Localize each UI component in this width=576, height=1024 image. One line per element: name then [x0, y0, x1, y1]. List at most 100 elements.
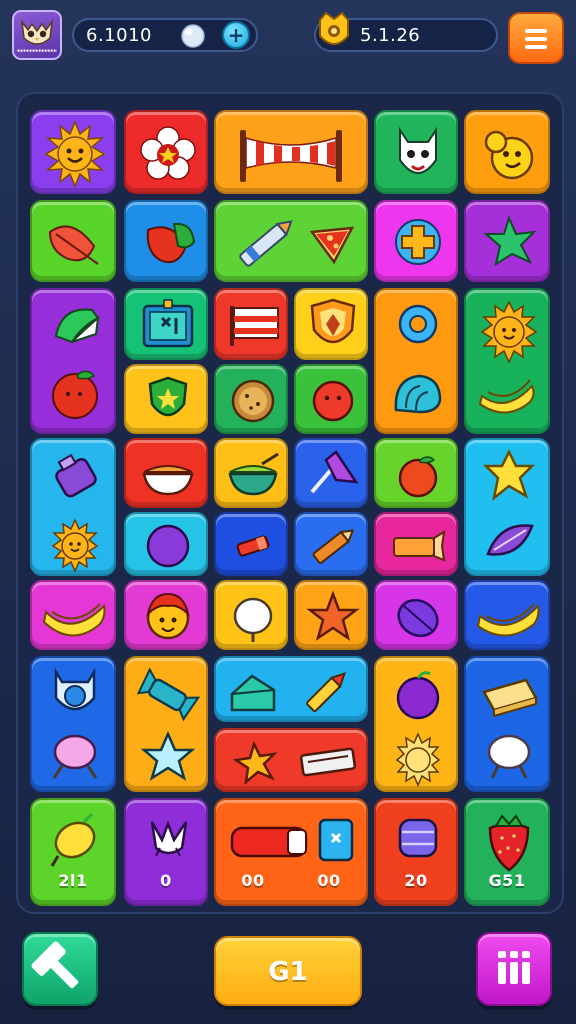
grid-menu-button[interactable]: [476, 932, 552, 1006]
number-tile[interactable]: G51: [464, 798, 550, 906]
crayon-icon: [239, 220, 355, 267]
hammer-icon: [31, 941, 79, 989]
tile[interactable]: [124, 580, 208, 650]
banner-icon: [240, 130, 342, 182]
tile[interactable]: [374, 656, 458, 792]
number-tile[interactable]: 0: [124, 798, 208, 906]
bug-icon: [232, 740, 357, 786]
cross-icon: [395, 219, 441, 265]
number-tile[interactable]: 00 00: [214, 798, 368, 906]
coin-value: 6.1010: [86, 25, 152, 46]
hammer-button[interactable]: [22, 932, 98, 1006]
apple-icon: [52, 370, 98, 419]
banana-icon: [476, 603, 540, 637]
shield-icon: [310, 298, 356, 344]
candy-icon: [236, 535, 270, 557]
tile[interactable]: [30, 656, 116, 792]
tile[interactable]: [464, 656, 550, 792]
menu-button[interactable]: [508, 12, 564, 64]
gem-icon: [398, 818, 438, 858]
lollipop-icon: [52, 734, 98, 779]
lemon-icon: [50, 812, 96, 867]
tile-score: 2l1: [58, 871, 88, 890]
star-value: 5.1.26: [360, 25, 421, 46]
tile[interactable]: [374, 200, 458, 282]
menu-bar-icon: [525, 29, 547, 33]
tile[interactable]: [124, 438, 208, 508]
tile[interactable]: [124, 200, 208, 282]
tile[interactable]: [294, 512, 368, 576]
apple-icon: [398, 456, 438, 498]
tile[interactable]: [214, 110, 368, 194]
tile[interactable]: [214, 580, 288, 650]
tile[interactable]: [374, 580, 458, 650]
tile[interactable]: [214, 364, 288, 434]
tile[interactable]: [374, 438, 458, 508]
tile[interactable]: [464, 288, 550, 434]
star-icon: [140, 730, 196, 781]
shell-icon: [394, 374, 442, 414]
tile[interactable]: [294, 288, 368, 360]
mask-icon: [399, 126, 437, 174]
tile[interactable]: [124, 512, 208, 576]
tile[interactable]: [30, 438, 116, 576]
lollipop-icon: [487, 734, 531, 779]
tile[interactable]: [464, 580, 550, 650]
starleaf-icon: [483, 215, 537, 267]
tile[interactable]: [124, 110, 208, 194]
sun-icon: [44, 120, 106, 188]
plum-icon: [397, 598, 439, 638]
tile[interactable]: [214, 728, 368, 792]
plum-icon: [146, 524, 190, 568]
tile[interactable]: [214, 288, 288, 360]
candy-icon: [136, 667, 201, 781]
number-tile[interactable]: 2l1: [30, 798, 116, 906]
tile[interactable]: [294, 580, 368, 650]
ring-icon: [52, 667, 98, 779]
tile[interactable]: [30, 110, 116, 194]
tile[interactable]: [464, 200, 550, 282]
tile[interactable]: [374, 288, 458, 434]
tile[interactable]: [464, 110, 550, 194]
ring-icon: [394, 304, 442, 414]
banana-icon: [478, 379, 535, 414]
crayon-icon: [312, 529, 355, 564]
tile[interactable]: [294, 438, 368, 508]
tile[interactable]: [214, 656, 368, 722]
tile[interactable]: [30, 288, 116, 434]
tile[interactable]: [294, 364, 368, 434]
tile-score: 00: [241, 871, 265, 890]
play-label: G1: [268, 957, 308, 987]
leaf-icon: [146, 222, 196, 264]
banana-icon: [42, 603, 106, 637]
tile[interactable]: [30, 200, 116, 282]
menu-bar-icon: [525, 37, 547, 41]
cheese-icon: [482, 678, 538, 779]
tile[interactable]: [214, 200, 368, 282]
crown-shield-icon: [319, 11, 349, 45]
tile[interactable]: [374, 110, 458, 194]
avatar-caption: ▪▪▪▪▪▪▪▪▪▪▪▪▪▪▪▪: [17, 48, 57, 54]
tile[interactable]: [464, 438, 550, 576]
tile[interactable]: [214, 512, 288, 576]
tile-score: 20: [404, 871, 428, 890]
player-avatar[interactable]: ▪▪▪▪▪▪▪▪▪▪▪▪▪▪▪▪: [12, 10, 62, 60]
pearl-icon: [181, 24, 205, 48]
tile[interactable]: [124, 364, 208, 434]
star-icon: [482, 449, 536, 556]
tile[interactable]: [124, 656, 208, 792]
tile[interactable]: [124, 288, 208, 360]
ball-icon: [312, 380, 354, 422]
tile[interactable]: [214, 438, 288, 508]
tile-score: 0: [160, 871, 172, 890]
add-coins-button[interactable]: +: [222, 21, 250, 49]
tile[interactable]: [374, 512, 458, 576]
tile[interactable]: [30, 580, 116, 650]
tile-score: 00: [317, 871, 341, 890]
number-tile[interactable]: 20: [374, 798, 458, 906]
seed-icon: [486, 524, 534, 556]
play-button[interactable]: G1: [214, 936, 362, 1006]
star-counter: 5.1.26: [314, 11, 498, 52]
frame-icon: [142, 299, 194, 348]
creature-icon: [484, 130, 534, 180]
